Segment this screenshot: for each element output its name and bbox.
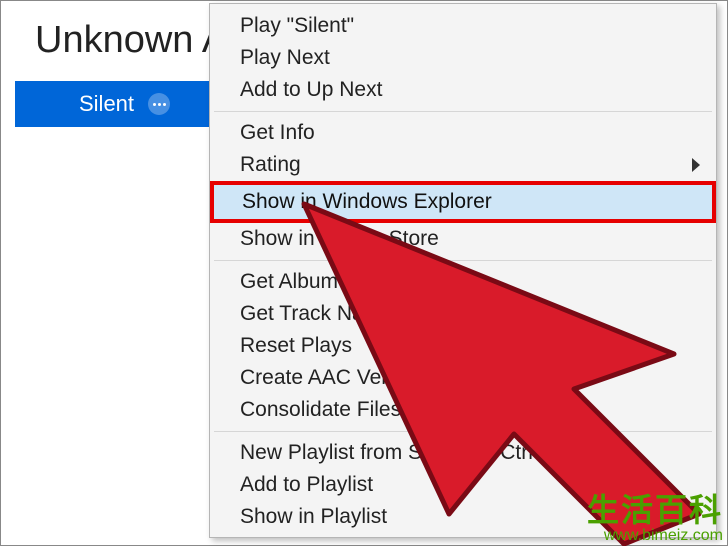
dot-icon	[163, 103, 166, 106]
submenu-arrow-icon	[692, 158, 700, 172]
app-window: Unknown A Silent Play "Silent" Play Next…	[0, 0, 728, 546]
menu-item-rating[interactable]: Rating	[212, 149, 714, 181]
menu-item-label: Rating	[240, 153, 301, 176]
menu-item-add-up-next[interactable]: Add to Up Next	[212, 74, 714, 106]
selected-track-row[interactable]: Silent	[15, 81, 210, 127]
menu-separator	[214, 260, 712, 261]
track-name: Silent	[79, 91, 134, 117]
menu-item-create-aac[interactable]: Create AAC Version	[212, 362, 714, 394]
menu-item-play[interactable]: Play "Silent"	[212, 10, 714, 42]
menu-item-new-playlist-from-selection[interactable]: New Playlist from Selection Ctrl+Shift+N	[212, 437, 714, 469]
menu-item-consolidate-files[interactable]: Consolidate Files...	[212, 394, 714, 426]
menu-item-show-in-itunes-store[interactable]: Show in iTunes Store	[212, 223, 714, 255]
menu-separator	[214, 111, 712, 112]
menu-item-get-album-artwork[interactable]: Get Album Artwork	[212, 266, 714, 298]
menu-item-get-info[interactable]: Get Info	[212, 117, 714, 149]
highlight-box: Show in Windows Explorer	[210, 181, 716, 223]
menu-item-show-in-playlist[interactable]: Show in Playlist	[212, 501, 714, 533]
page-title: Unknown A	[35, 19, 227, 62]
menu-item-reset-plays[interactable]: Reset Plays	[212, 330, 714, 362]
more-options-button[interactable]	[148, 93, 170, 115]
context-menu: Play "Silent" Play Next Add to Up Next G…	[209, 3, 717, 538]
menu-item-play-next[interactable]: Play Next	[212, 42, 714, 74]
menu-item-show-in-explorer[interactable]: Show in Windows Explorer	[214, 185, 712, 219]
menu-separator	[214, 431, 712, 432]
dot-icon	[158, 103, 161, 106]
menu-item-add-to-playlist[interactable]: Add to Playlist	[212, 469, 714, 501]
dot-icon	[153, 103, 156, 106]
menu-item-get-track-names[interactable]: Get Track Names	[212, 298, 714, 330]
